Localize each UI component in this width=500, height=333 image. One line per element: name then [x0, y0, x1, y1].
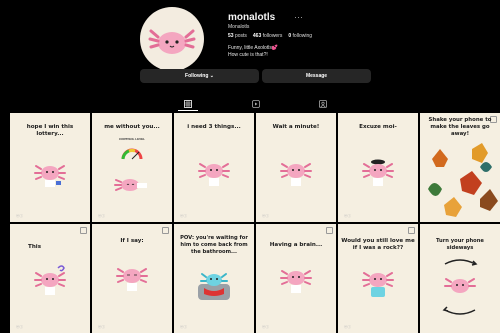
carousel-icon — [408, 227, 415, 234]
profile-bio: Funny, little Axolotls💕 How cute is that… — [228, 45, 278, 59]
axolotl-illustration — [198, 163, 230, 186]
following-button[interactable]: Following ⌄ — [140, 69, 259, 83]
watermark: ⓜⓛ — [180, 325, 187, 329]
followers-count: 463 — [252, 33, 262, 39]
watermark: ⓜⓛ — [16, 214, 23, 218]
gauge-label: CORTISOL LEVEL — [119, 137, 145, 141]
axolotl-illustration — [116, 268, 148, 291]
axolotl-illustration — [114, 179, 147, 191]
post-tile[interactable]: me without you... CORTISOL LEVEL ⓜⓛ — [92, 113, 172, 222]
axolotl-illustration — [362, 159, 394, 186]
post-tile[interactable]: Having a brain... ⓜⓛ — [256, 224, 336, 333]
reels-icon — [252, 100, 260, 108]
profile-header: monalotls ··· Monalotls 53 posts 463 fol… — [0, 0, 500, 112]
axolotl-illustration — [362, 272, 394, 297]
watermark: ⓜⓛ — [344, 325, 351, 329]
post-caption: Shake your phone to make the leaves go a… — [428, 117, 492, 137]
post-caption: POV: you're waiting for him to come back… — [180, 235, 248, 255]
gauge-illustration — [121, 148, 143, 160]
profile-stats: 53 posts 463 followers 0 following — [228, 33, 312, 39]
post-tile[interactable]: Excuze moi- ⓜⓛ — [338, 113, 418, 222]
post-caption: Would you still love me if I was a rock?… — [341, 238, 415, 251]
watermark: ⓜⓛ — [98, 325, 105, 329]
watermark: ⓜⓛ — [98, 214, 105, 218]
following-label: following — [292, 33, 313, 39]
profile-display-name: Monalotls — [228, 24, 250, 30]
carousel-icon — [326, 227, 333, 234]
profile-avatar[interactable] — [140, 7, 204, 71]
message-button[interactable]: Message — [262, 69, 371, 83]
followers-stat[interactable]: 463 followers — [253, 33, 282, 39]
bio-line: Funny, little Axolotls💕 — [228, 45, 279, 51]
tab-posts[interactable] — [183, 99, 193, 109]
watermark: ⓜⓛ — [16, 325, 23, 329]
grid-icon — [184, 100, 192, 108]
axolotl-illustration — [34, 165, 66, 187]
posts-stat: 53 posts — [228, 33, 247, 39]
tab-reels[interactable] — [251, 99, 261, 109]
post-caption: me without you... — [104, 124, 160, 130]
post-caption: Wait a minute! — [272, 124, 320, 130]
watermark: ⓜⓛ — [262, 214, 269, 218]
post-tile[interactable]: This ⓜⓛ — [10, 224, 90, 333]
post-tile[interactable]: Turn your phone sideways — [420, 224, 500, 333]
post-tile[interactable]: Would you still love me if I was a rock?… — [338, 224, 418, 333]
active-tab-indicator — [178, 110, 198, 111]
autumn-leaves-illustration — [428, 143, 498, 217]
post-caption: If I say: — [120, 238, 144, 244]
tagged-icon — [319, 100, 327, 108]
post-caption: Turn your phone sideways — [436, 238, 484, 251]
post-tile[interactable]: Wait a minute! ⓜⓛ — [256, 113, 336, 222]
tab-tagged[interactable] — [318, 99, 328, 109]
carousel-icon — [162, 227, 169, 234]
axolotl-illustration — [198, 273, 230, 300]
axolotl-illustration — [280, 270, 312, 293]
posts-count: 53 — [228, 33, 234, 39]
post-tile[interactable]: Shake your phone to make the leaves go a… — [420, 113, 500, 222]
post-caption: hope I win this lottery... — [26, 124, 74, 137]
bio-line: How cute is that?! — [228, 52, 268, 58]
posts-grid: hope I win this lottery... ⓜⓛ me without… — [10, 113, 500, 333]
post-caption: This — [28, 244, 42, 250]
post-caption: Having a brain... — [269, 242, 323, 248]
post-tile[interactable]: i need 3 things... ⓜⓛ — [174, 113, 254, 222]
posts-label: posts — [234, 33, 247, 39]
post-tile[interactable]: POV: you're waiting for him to come back… — [174, 224, 254, 333]
watermark: ⓜⓛ — [180, 214, 187, 218]
carousel-icon — [80, 227, 87, 234]
post-caption: Excuze moi- — [359, 124, 397, 130]
watermark: ⓜⓛ — [262, 325, 269, 329]
following-count: 0 — [288, 33, 292, 39]
following-stat[interactable]: 0 following — [288, 33, 312, 39]
followers-label: followers — [262, 33, 283, 39]
rotate-arrows-illustration — [442, 259, 478, 315]
axolotl-illustration — [34, 265, 66, 295]
axolotl-illustration — [280, 163, 312, 186]
post-tile[interactable]: hope I win this lottery... ⓜⓛ — [10, 113, 90, 222]
watermark: ⓜⓛ — [344, 214, 351, 218]
profile-username: monalotls — [228, 12, 276, 23]
more-options-icon[interactable]: ··· — [294, 12, 303, 22]
post-tile[interactable]: If I say: ⓜⓛ — [92, 224, 172, 333]
post-caption: i need 3 things... — [187, 124, 241, 130]
profile-tabs — [140, 99, 370, 111]
